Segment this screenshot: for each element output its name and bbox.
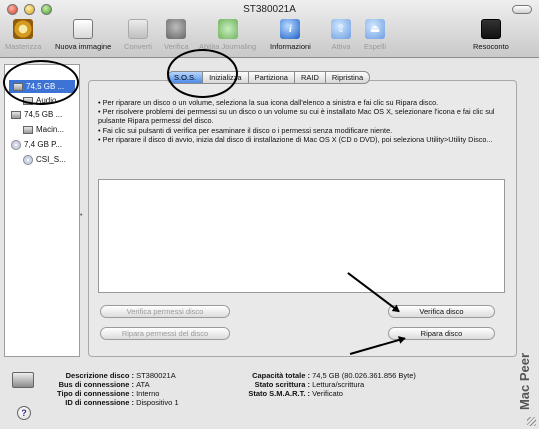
sos-instructions: • Per riparare un disco o un volume, sel…	[98, 98, 506, 144]
toolbar-burn-label: Masterizza	[5, 42, 42, 51]
toolbar-eject-label: Espelli	[364, 42, 387, 51]
toolbar-new-image-button[interactable]: Nuova immagine	[55, 19, 111, 51]
toolbar-verify-button[interactable]: Verifica	[164, 19, 189, 51]
toolbar-toggle-button[interactable]	[512, 5, 532, 14]
new-image-icon	[73, 19, 94, 39]
sidebar-item-label: Macin...	[36, 125, 65, 134]
mount-icon: ⇧	[331, 19, 351, 39]
info-key: ID di connessione :	[65, 398, 134, 407]
journaling-icon	[217, 19, 238, 39]
sidebar-item-macintosh[interactable]: Macin...	[23, 123, 64, 136]
disk-utility-window: ST380021A Masterizza Nuova immagine Conv…	[0, 0, 539, 429]
toolbar-log-button[interactable]: Resoconto	[473, 19, 509, 51]
sidebar-item-csi[interactable]: CSI_S...	[23, 153, 66, 166]
sidebar-item-label: 7,4 GB P...	[24, 140, 63, 149]
resize-grip[interactable]	[527, 417, 536, 426]
disk-info-left: Descrizione disco : ST380021A Bus di con…	[40, 371, 179, 407]
toolbar-mount-label: Attiva	[331, 42, 351, 51]
info-key: Stato S.M.A.R.T. :	[248, 389, 310, 398]
info-key: Capacità totale :	[252, 371, 310, 380]
burn-icon	[13, 19, 34, 39]
volume-icon	[23, 125, 33, 134]
instruction-line: • Per riparare il disco di avvio, inizia…	[98, 134, 493, 144]
toolbar-mount-button[interactable]: ⇧ Attiva	[331, 19, 351, 51]
info-value: Verificato	[312, 389, 343, 398]
sidebar-item-label: 74,5 GB ...	[24, 110, 63, 119]
eject-icon: ⏏	[365, 19, 386, 39]
tab-partition[interactable]: Partiziona	[248, 71, 295, 84]
toolbar-convert-label: Converti	[124, 42, 152, 51]
info-value: Lettura/scrittura	[312, 380, 365, 389]
info-value: 74,5 GB (80.026.361.856 Byte)	[312, 371, 416, 380]
title-bar: ST380021A Masterizza Nuova immagine Conv…	[0, 0, 539, 58]
toolbar-verify-label: Verifica	[164, 42, 189, 51]
instruction-line: • Per risolvere problemi dei permessi su…	[98, 107, 495, 126]
hard-disk-icon	[12, 372, 34, 388]
toolbar-log-label: Resoconto	[473, 42, 509, 51]
info-value: Dispositivo 1	[136, 398, 179, 407]
verify-permissions-button[interactable]: Verifica permessi disco	[100, 305, 230, 318]
toolbar-new-image-label: Nuova immagine	[55, 42, 112, 51]
sidebar-item-label: CSI_S...	[36, 155, 66, 164]
repair-permissions-button[interactable]: Ripara permessi del disco	[100, 327, 230, 340]
watermark: Mac Peer	[516, 346, 534, 416]
highlight-circle-sidebar	[3, 60, 79, 105]
watermark-text: Mac Peer	[517, 352, 533, 410]
log-icon	[480, 19, 501, 39]
toolbar-info-label: Informazioni	[270, 42, 311, 51]
highlight-circle-tab	[167, 49, 238, 98]
info-value: ATA	[136, 380, 150, 389]
toolbar-info-button[interactable]: i Informazioni	[270, 19, 311, 51]
convert-icon	[127, 19, 148, 39]
info-key: Tipo di connessione :	[57, 389, 134, 398]
info-key: Descrizione disco :	[65, 371, 134, 380]
optical-disc-icon	[11, 139, 21, 150]
splitter-handle[interactable]: •	[80, 212, 82, 219]
window-title: ST380021A	[243, 4, 296, 15]
toolbar-eject-button[interactable]: ⏏ Espelli	[364, 19, 386, 51]
tab-raid[interactable]: RAID	[294, 71, 326, 84]
microscope-icon	[166, 19, 187, 39]
toolbar-burn-button[interactable]: Masterizza	[5, 19, 41, 51]
info-key: Bus di connessione :	[58, 380, 134, 389]
instruction-line: • Fai clic sui pulsanti di verifica per …	[98, 125, 393, 135]
info-value: ST380021A	[136, 371, 176, 380]
tab-restore[interactable]: Ripristina	[325, 71, 371, 84]
optical-disc-icon	[23, 154, 33, 165]
toolbar-convert-button[interactable]: Converti	[124, 19, 152, 51]
sidebar-item-optical[interactable]: 7,4 GB P...	[11, 138, 62, 151]
toolbar-journaling-button[interactable]: Abilita Journaling	[199, 19, 256, 51]
help-button[interactable]: ?	[17, 406, 31, 420]
info-value: Interno	[136, 389, 160, 398]
results-log[interactable]	[98, 179, 505, 293]
sidebar-item-disk2[interactable]: 74,5 GB ...	[11, 108, 62, 121]
hard-disk-icon	[11, 110, 21, 119]
info-key: Stato scrittura :	[254, 380, 310, 389]
disk-info-right: Capacità totale : 74,5 GB (80.026.361.85…	[228, 371, 416, 398]
verify-disk-button[interactable]: Verifica disco	[388, 305, 495, 318]
instruction-line: • Per riparare un disco o un volume, sel…	[98, 98, 439, 107]
disk-list[interactable]: 74,5 GB ... Audio 74,5 GB ... Macin... 7…	[4, 64, 80, 357]
info-icon: i	[280, 19, 301, 39]
